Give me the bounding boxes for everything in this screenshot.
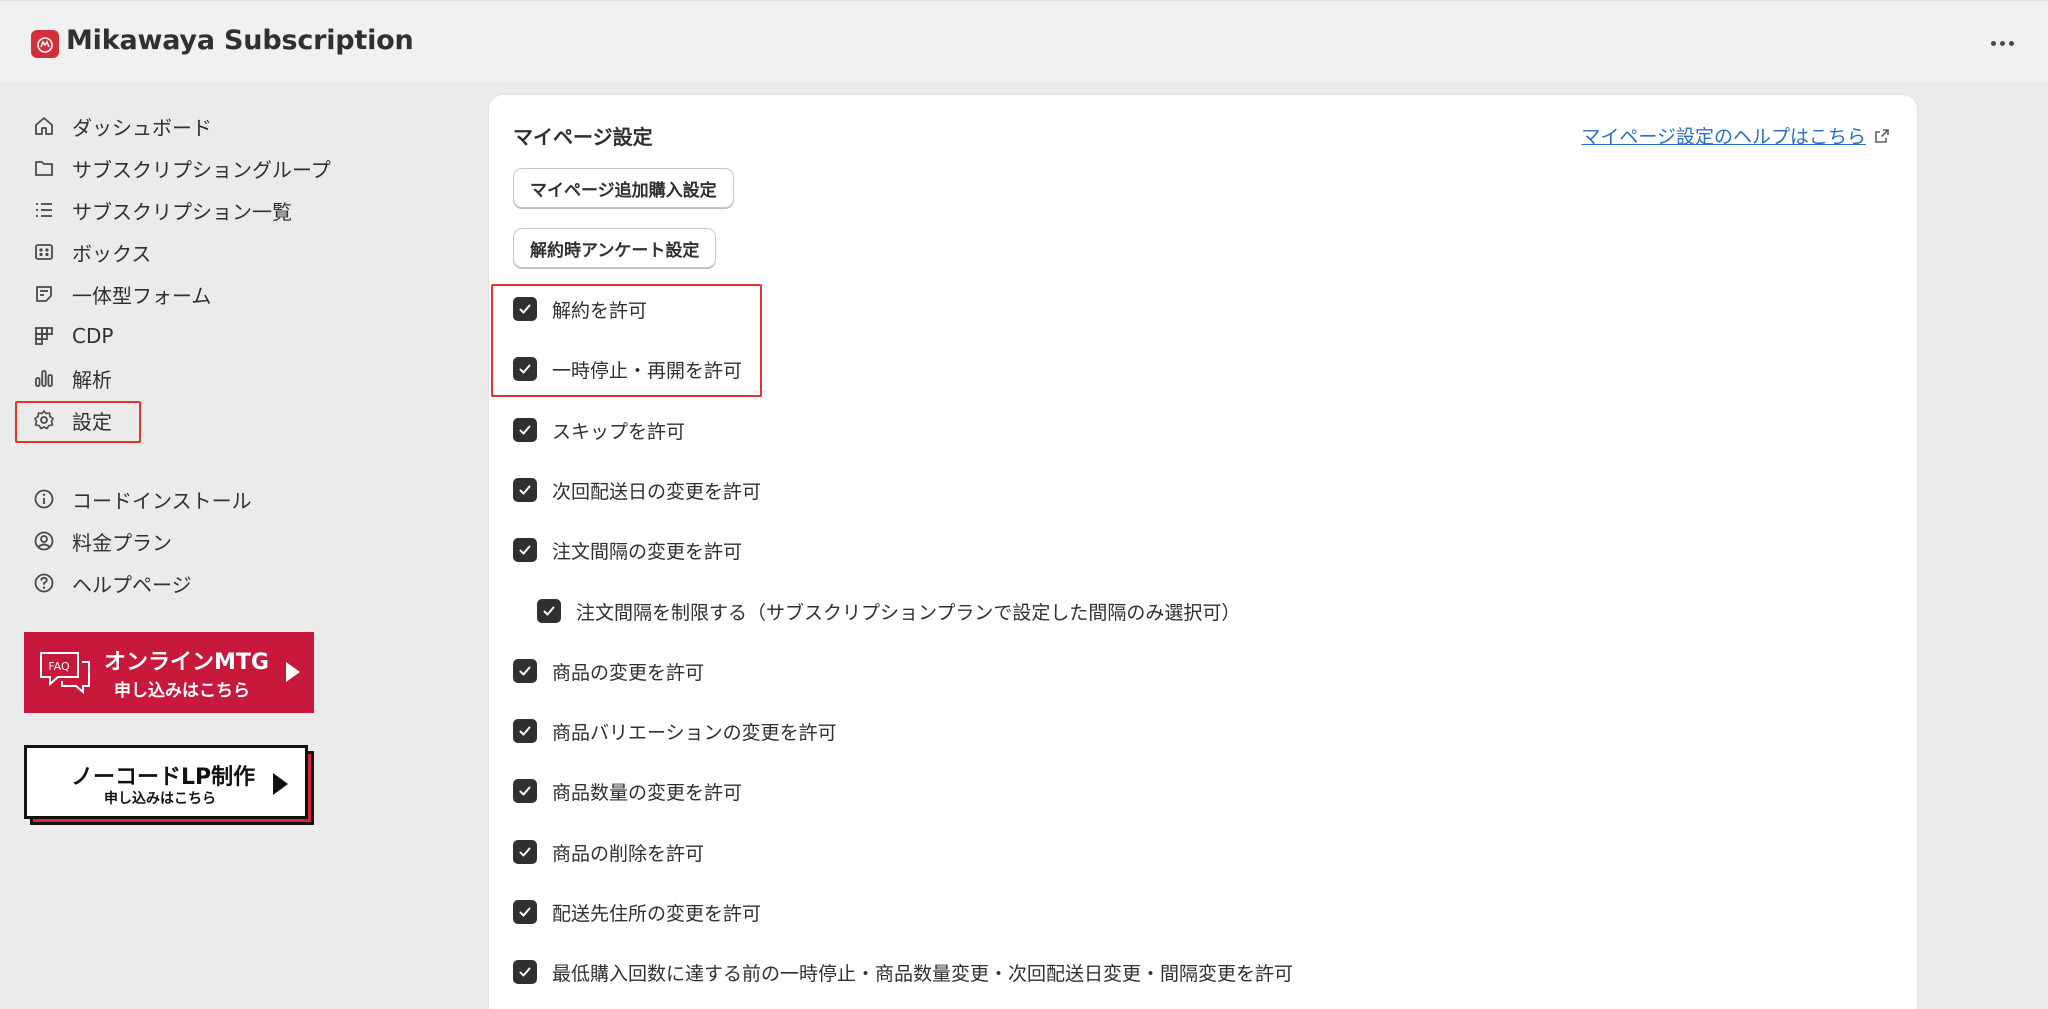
- checkbox[interactable]: [513, 779, 537, 803]
- sidebar-item-dashboard[interactable]: ダッシュボード: [20, 107, 340, 145]
- sidebar-item-code-install[interactable]: コードインストール: [20, 480, 340, 518]
- grid-icon: [32, 324, 56, 348]
- lp-banner-subtitle: 申し込みはこちら: [104, 791, 216, 807]
- checkbox[interactable]: [513, 960, 537, 984]
- app-logo-icon: [31, 30, 59, 58]
- checkmark-icon: [519, 485, 531, 495]
- checkbox-row[interactable]: 最低購入回数に達する前の一時停止・商品数量変更・次回配送日変更・間隔変更を許可: [513, 957, 1293, 987]
- info-icon: [32, 487, 56, 511]
- sidebar-item-label: ヘルプページ: [72, 572, 192, 597]
- sidebar: ダッシュボード サブスクリプショングループ サブスクリプション一覧 ボックス 一…: [0, 82, 362, 1009]
- checkmark-icon: [519, 967, 531, 977]
- faq-chat-icon: FAQ: [40, 652, 90, 695]
- sidebar-item-label: CDP: [72, 324, 114, 348]
- folder-icon: [32, 156, 56, 180]
- checkbox-label: 商品数量の変更を許可: [552, 781, 743, 804]
- nocode-lp-banner[interactable]: ノーコードLP制作 申し込みはこちら: [24, 745, 308, 819]
- checkbox[interactable]: [513, 659, 537, 683]
- sidebar-item-analytics[interactable]: 解析: [20, 359, 340, 397]
- checkbox-row[interactable]: 商品の削除を許可: [513, 837, 704, 867]
- sidebar-item-subscription-groups[interactable]: サブスクリプショングループ: [20, 149, 340, 187]
- help-link-text[interactable]: マイページ設定のヘルプはこちら: [1581, 122, 1866, 149]
- checkbox-row[interactable]: スキップを許可: [513, 415, 685, 445]
- checkbox-highlight-box: [491, 284, 762, 397]
- ellipsis-icon[interactable]: [1984, 31, 2020, 55]
- box-icon: [32, 240, 56, 264]
- sidebar-item-label: サブスクリプション一覧: [72, 199, 292, 224]
- sidebar-item-form[interactable]: 一体型フォーム: [20, 275, 340, 313]
- app-title: Mikawaya Subscription: [66, 25, 414, 56]
- card-title: マイページ設定: [513, 125, 653, 149]
- checkbox[interactable]: [513, 900, 537, 924]
- question-icon: [32, 571, 56, 595]
- sidebar-item-label: 解析: [72, 367, 112, 392]
- checkbox[interactable]: [537, 599, 561, 623]
- lp-banner-title: ノーコードLP制作: [71, 765, 256, 790]
- sidebar-item-cdp[interactable]: CDP: [20, 317, 340, 355]
- sidebar-item-subscription-list[interactable]: サブスクリプション一覧: [20, 191, 340, 229]
- checkbox-label: 商品の変更を許可: [552, 661, 705, 684]
- checkmark-icon: [519, 666, 531, 676]
- checkbox[interactable]: [513, 418, 537, 442]
- checkmark-icon: [519, 726, 531, 736]
- play-arrow-icon: [286, 662, 300, 682]
- checkbox-row[interactable]: 注文間隔の変更を許可: [513, 535, 742, 565]
- checkbox-row[interactable]: 配送先住所の変更を許可: [513, 897, 761, 927]
- checkbox-label: 注文間隔の変更を許可: [552, 540, 743, 563]
- checkmark-icon: [519, 545, 531, 555]
- sidebar-item-box[interactable]: ボックス: [20, 233, 340, 271]
- checkbox[interactable]: [513, 478, 537, 502]
- checkmark-icon: [519, 425, 531, 435]
- sidebar-item-label: サブスクリプショングループ: [72, 157, 331, 182]
- sidebar-item-label: ボックス: [72, 241, 152, 266]
- checkbox-label: スキップを許可: [552, 420, 686, 443]
- mypage-settings-card: マイページ設定 マイページ設定のヘルプはこちら マイページ追加購入設定 解約時ア…: [489, 95, 1917, 1009]
- checkbox[interactable]: [513, 538, 537, 562]
- additional-purchase-settings-button[interactable]: マイページ追加購入設定: [513, 168, 734, 208]
- checkbox-row[interactable]: 商品の変更を許可: [513, 656, 704, 686]
- checkbox-row[interactable]: 注文間隔を制限する（サブスクリプションプランで設定した間隔のみ選択可）: [537, 596, 1240, 626]
- checkbox-label: 商品の削除を許可: [552, 842, 705, 865]
- list-icon: [32, 198, 56, 222]
- sidebar-item-label: ダッシュボード: [72, 115, 212, 140]
- checkbox[interactable]: [513, 840, 537, 864]
- sidebar-item-pricing[interactable]: 料金プラン: [20, 522, 340, 560]
- checkbox-label: 配送先住所の変更を許可: [552, 902, 762, 925]
- checkmark-icon: [543, 606, 555, 616]
- external-link-icon: [1875, 128, 1889, 143]
- user-circle-icon: [32, 529, 56, 553]
- checkbox-row[interactable]: 商品バリエーションの変更を許可: [513, 716, 837, 746]
- checkbox[interactable]: [513, 719, 537, 743]
- checkbox-label: 次回配送日の変更を許可: [552, 480, 762, 503]
- sidebar-item-label: 一体型フォーム: [72, 283, 212, 308]
- checkbox-label: 最低購入回数に達する前の一時停止・商品数量変更・次回配送日変更・間隔変更を許可: [552, 962, 1294, 985]
- sidebar-item-label: 料金プラン: [72, 530, 172, 555]
- mtg-banner-title: オンラインMTG: [104, 650, 269, 675]
- checkbox-row[interactable]: 商品数量の変更を許可: [513, 776, 742, 806]
- faq-badge-text: FAQ: [48, 660, 70, 673]
- cancel-survey-settings-button[interactable]: 解約時アンケート設定: [513, 228, 717, 268]
- online-mtg-banner[interactable]: FAQ オンラインMTG 申し込みはこちら: [24, 632, 314, 713]
- checkbox-row[interactable]: 次回配送日の変更を許可: [513, 475, 761, 505]
- sidebar-item-label: コードインストール: [72, 488, 252, 513]
- form-icon: [32, 282, 56, 306]
- home-icon: [32, 114, 56, 138]
- bar-chart-icon: [32, 366, 56, 390]
- mtg-banner-subtitle: 申し込みはこちら: [114, 681, 250, 701]
- checkbox-label: 商品バリエーションの変更を許可: [552, 721, 837, 744]
- checkmark-icon: [519, 847, 531, 857]
- help-link[interactable]: マイページ設定のヘルプはこちら: [1581, 122, 1890, 149]
- settings-highlight-box: [15, 401, 141, 443]
- checkbox-label: 注文間隔を制限する（サブスクリプションプランで設定した間隔のみ選択可）: [576, 601, 1241, 624]
- checkmark-icon: [519, 786, 531, 796]
- checkmark-icon: [519, 907, 531, 917]
- play-arrow-icon: [273, 773, 288, 795]
- sidebar-item-help[interactable]: ヘルプページ: [20, 564, 340, 602]
- top-bar: Mikawaya Subscription: [0, 0, 2048, 82]
